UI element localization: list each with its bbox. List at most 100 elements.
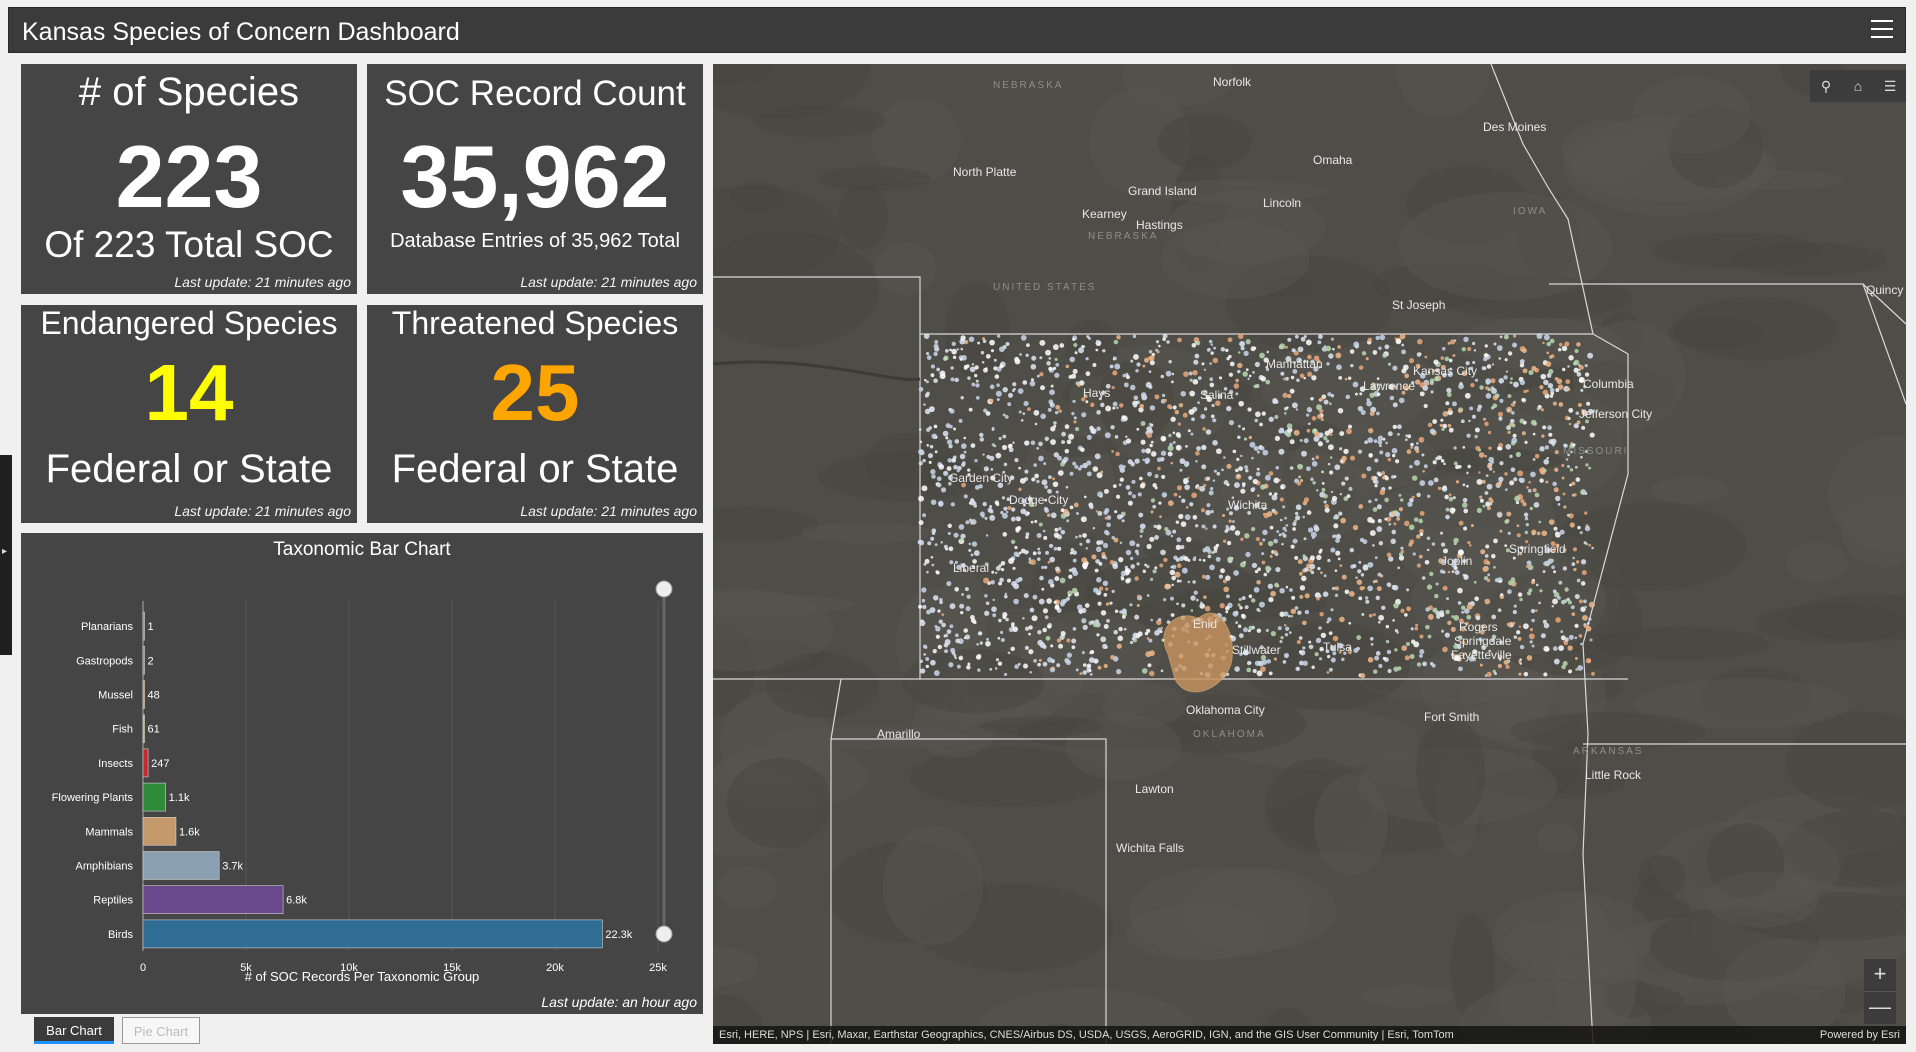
occurrence-point[interactable] <box>1053 546 1058 551</box>
occurrence-point[interactable] <box>931 528 937 534</box>
occurrence-point[interactable] <box>1045 349 1051 356</box>
occurrence-point[interactable] <box>998 436 1002 441</box>
occurrence-point[interactable] <box>1506 425 1511 431</box>
occurrence-point[interactable] <box>1589 432 1595 438</box>
occurrence-point[interactable] <box>1414 626 1419 631</box>
occurrence-point[interactable] <box>1065 485 1069 489</box>
occurrence-point[interactable] <box>1134 614 1140 620</box>
occurrence-point[interactable] <box>1294 606 1299 610</box>
occurrence-point[interactable] <box>1274 435 1281 441</box>
occurrence-point[interactable] <box>974 373 978 378</box>
occurrence-point[interactable] <box>1561 367 1566 372</box>
occurrence-point[interactable] <box>1498 476 1504 482</box>
occurrence-point[interactable] <box>1330 657 1336 663</box>
occurrence-point[interactable] <box>1220 568 1226 574</box>
occurrence-point[interactable] <box>1341 481 1346 486</box>
occurrence-point[interactable] <box>1248 374 1252 378</box>
occurrence-point[interactable] <box>1058 527 1062 531</box>
occurrence-point[interactable] <box>923 653 927 656</box>
occurrence-point[interactable] <box>1368 428 1374 434</box>
occurrence-point[interactable] <box>1161 492 1168 498</box>
occurrence-point[interactable] <box>1478 405 1482 409</box>
occurrence-point[interactable] <box>1142 569 1146 574</box>
occurrence-point[interactable] <box>1168 360 1172 364</box>
occurrence-point[interactable] <box>1237 436 1241 439</box>
occurrence-point[interactable] <box>950 366 954 370</box>
occurrence-point[interactable] <box>1140 439 1146 445</box>
occurrence-point[interactable] <box>1531 618 1535 623</box>
occurrence-point[interactable] <box>1148 385 1153 389</box>
occurrence-point[interactable] <box>1458 465 1462 469</box>
occurrence-point[interactable] <box>1304 567 1309 573</box>
powered-by-esri-link[interactable]: Powered by Esri <box>1820 1026 1900 1044</box>
occurrence-point[interactable] <box>926 355 932 360</box>
occurrence-point[interactable] <box>1412 552 1416 556</box>
occurrence-point[interactable] <box>1023 593 1029 599</box>
occurrence-point[interactable] <box>1568 634 1574 640</box>
occurrence-point[interactable] <box>1200 414 1206 419</box>
occurrence-point[interactable] <box>964 587 969 592</box>
occurrence-point[interactable] <box>1365 599 1370 604</box>
occurrence-point[interactable] <box>1192 515 1198 520</box>
occurrence-point[interactable] <box>1469 406 1474 411</box>
occurrence-point[interactable] <box>1197 376 1202 380</box>
occurrence-point[interactable] <box>1451 401 1457 407</box>
occurrence-point[interactable] <box>1566 513 1570 517</box>
occurrence-point[interactable] <box>1172 529 1177 534</box>
occurrence-point[interactable] <box>1025 532 1030 537</box>
occurrence-point[interactable] <box>1210 351 1214 355</box>
occurrence-point[interactable] <box>1177 422 1181 426</box>
occurrence-point[interactable] <box>1366 466 1372 472</box>
occurrence-point[interactable] <box>1294 511 1299 516</box>
occurrence-point[interactable] <box>1184 514 1191 521</box>
occurrence-point[interactable] <box>1104 432 1111 439</box>
occurrence-point[interactable] <box>918 386 924 392</box>
occurrence-point[interactable] <box>954 439 960 444</box>
occurrence-point[interactable] <box>1588 466 1592 470</box>
occurrence-point[interactable] <box>1505 443 1512 450</box>
occurrence-point[interactable] <box>1404 373 1410 379</box>
occurrence-point[interactable] <box>1158 344 1161 348</box>
occurrence-point[interactable] <box>1289 588 1293 592</box>
occurrence-point[interactable] <box>1344 377 1348 381</box>
occurrence-point[interactable] <box>1099 540 1104 545</box>
occurrence-point[interactable] <box>1416 442 1419 445</box>
occurrence-point[interactable] <box>1012 382 1017 387</box>
occurrence-point[interactable] <box>1302 646 1306 650</box>
occurrence-point[interactable] <box>1372 613 1376 617</box>
occurrence-point[interactable] <box>1509 480 1515 486</box>
occurrence-point[interactable] <box>1018 466 1022 470</box>
occurrence-point[interactable] <box>1527 488 1532 493</box>
occurrence-point[interactable] <box>1029 380 1036 387</box>
occurrence-point[interactable] <box>1311 457 1315 461</box>
occurrence-point[interactable] <box>1568 422 1572 426</box>
occurrence-point[interactable] <box>1365 357 1369 361</box>
occurrence-point[interactable] <box>1160 669 1164 673</box>
zoom-in-button[interactable]: + <box>1864 959 1896 991</box>
occurrence-point[interactable] <box>1072 399 1076 403</box>
occurrence-point[interactable] <box>1330 608 1334 612</box>
occurrence-point[interactable] <box>1081 557 1088 563</box>
occurrence-point[interactable] <box>1053 366 1057 370</box>
occurrence-point[interactable] <box>1237 333 1244 340</box>
occurrence-point[interactable] <box>1030 520 1034 524</box>
occurrence-point[interactable] <box>1409 358 1415 364</box>
occurrence-point[interactable] <box>1097 665 1102 670</box>
occurrence-point[interactable] <box>1248 594 1253 599</box>
occurrence-point[interactable] <box>1281 532 1285 536</box>
occurrence-point[interactable] <box>1111 385 1115 390</box>
occurrence-point[interactable] <box>1381 605 1386 611</box>
occurrence-point[interactable] <box>1504 519 1509 524</box>
occurrence-point[interactable] <box>1318 626 1322 630</box>
occurrence-point[interactable] <box>1426 584 1433 590</box>
occurrence-point[interactable] <box>1511 411 1515 415</box>
occurrence-point[interactable] <box>1115 451 1120 457</box>
occurrence-point[interactable] <box>1241 613 1245 618</box>
occurrence-point[interactable] <box>1368 453 1374 458</box>
occurrence-point[interactable] <box>948 662 954 668</box>
occurrence-point[interactable] <box>1097 601 1102 606</box>
occurrence-point[interactable] <box>1321 482 1325 485</box>
occurrence-point[interactable] <box>1222 513 1226 518</box>
occurrence-point[interactable] <box>1012 441 1015 444</box>
occurrence-point[interactable] <box>1265 565 1271 571</box>
